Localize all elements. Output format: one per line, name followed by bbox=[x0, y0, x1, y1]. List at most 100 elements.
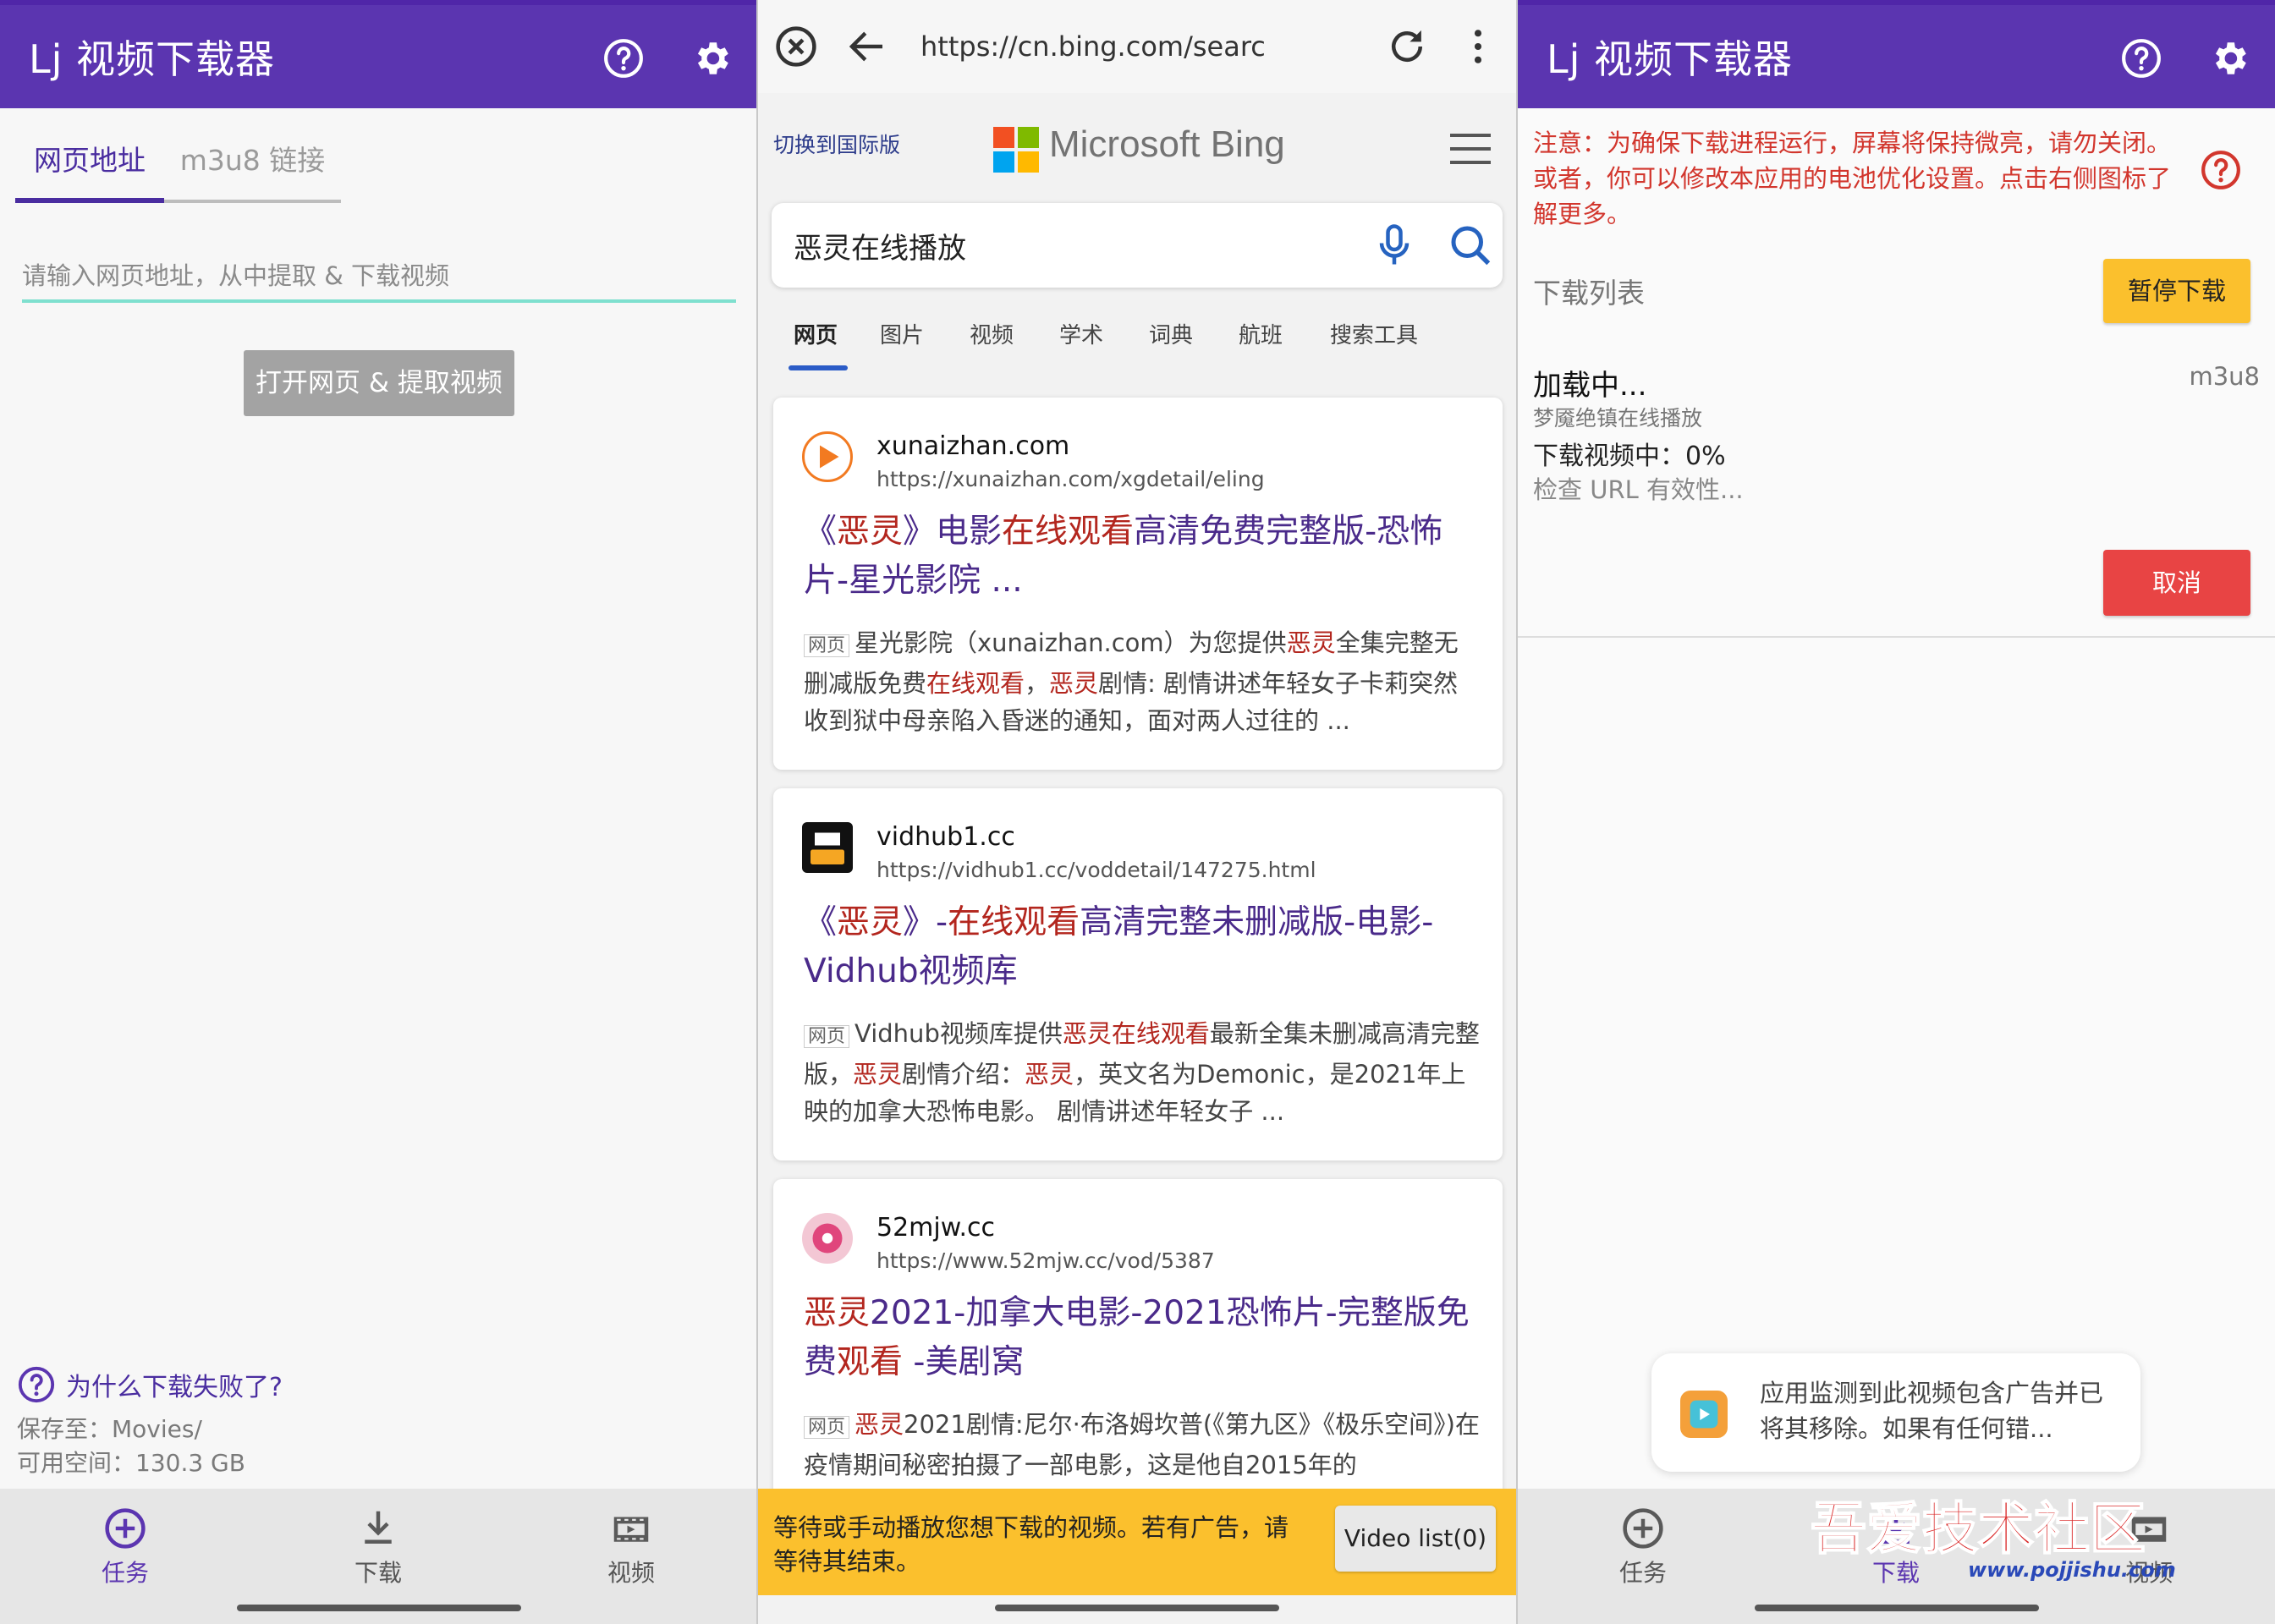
bing-brand: Microsoft Bing bbox=[1049, 123, 1285, 165]
home-indicator[interactable] bbox=[1755, 1605, 2039, 1611]
site-favicon-icon bbox=[802, 431, 853, 482]
tab-search-tools[interactable]: 搜索工具 bbox=[1330, 318, 1418, 349]
active-tab-indicator bbox=[789, 365, 848, 370]
result-url[interactable]: https://www.52mjw.cc/vod/5387 bbox=[876, 1248, 1215, 1273]
toast-message: 应用监测到此视频包含广告并已将其移除。如果有任何错... bbox=[1760, 1379, 2104, 1443]
result-tag: 网页 bbox=[804, 1025, 850, 1048]
bing-search-box[interactable]: 恶灵在线播放 bbox=[772, 203, 1503, 288]
battery-notice: 注意：为确保下载进程运行，屏幕将保持微亮，请勿关闭。 或者，你可以修改本应用的电… bbox=[1533, 129, 2172, 228]
browser-toolbar: https://cn.bing.com/search?q=%E6% bbox=[758, 0, 1518, 93]
cancel-download-button[interactable]: 取消 bbox=[2103, 550, 2250, 616]
hamburger-menu-icon[interactable] bbox=[1450, 134, 1491, 164]
nav-videos-label: 视频 bbox=[607, 1559, 655, 1587]
free-space: 可用空间：130.3 GB bbox=[17, 1449, 245, 1477]
extract-status-bar: 等待或手动播放您想下载的视频。若有广告，请等待其结束。 Video list(0… bbox=[758, 1489, 1518, 1595]
wait-message: 等待或手动播放您想下载的视频。若有广告，请等待其结束。 bbox=[773, 1513, 1289, 1576]
in-app-browser-screen: https://cn.bing.com/search?q=%E6% 切换到国际版… bbox=[758, 0, 1518, 1624]
result-site-name: 52mjw.cc bbox=[876, 1213, 996, 1243]
switch-international-link[interactable]: 切换到国际版 bbox=[773, 129, 900, 159]
nav-tasks[interactable]: 任务 bbox=[74, 1506, 176, 1599]
home-indicator[interactable] bbox=[995, 1605, 1279, 1611]
nav-videos[interactable]: 视频 bbox=[580, 1506, 682, 1599]
result-tag: 网页 bbox=[804, 1416, 850, 1439]
vidhub-favicon-icon bbox=[802, 822, 853, 873]
watermark-url: www.pojjishu.com bbox=[1968, 1558, 2176, 1582]
save-path: 保存至：Movies/ bbox=[17, 1415, 202, 1443]
help-icon[interactable] bbox=[602, 37, 645, 80]
add-circle-icon bbox=[1620, 1506, 1666, 1551]
close-circle-icon[interactable] bbox=[773, 24, 819, 69]
video-list-button[interactable]: Video list(0) bbox=[1335, 1506, 1496, 1572]
search-icon[interactable] bbox=[1445, 220, 1496, 271]
microsoft-logo-icon bbox=[993, 127, 1039, 173]
url-downloader-screen: Lj 视频下载器 网页地址 m3u8 链接 打开网页 & 提取视频 为什么下载失… bbox=[0, 0, 758, 1624]
app-title: Lj 视频下载器 bbox=[29, 36, 276, 82]
search-result-card[interactable]: xunaizhan.com https://xunaizhan.com/xgde… bbox=[773, 398, 1503, 770]
download-icon bbox=[355, 1506, 401, 1551]
download-source-title: 梦魇绝镇在线播放 bbox=[1533, 406, 1703, 431]
result-site-name: vidhub1.cc bbox=[876, 822, 1015, 852]
add-circle-icon bbox=[102, 1506, 148, 1551]
search-result-card[interactable]: vidhub1.cc https://vidhub1.cc/voddetail/… bbox=[773, 788, 1503, 1160]
pause-download-button[interactable]: 暂停下载 bbox=[2103, 259, 2250, 323]
result-title-link[interactable]: 恶灵2021-加拿大电影-2021恐怖片-完整版免费观看 -美剧窝 bbox=[804, 1289, 1481, 1387]
settings-gear-icon[interactable] bbox=[2208, 37, 2250, 80]
tab-images[interactable]: 图片 bbox=[880, 318, 924, 349]
home-indicator[interactable] bbox=[237, 1605, 521, 1611]
microphone-icon[interactable] bbox=[1369, 220, 1420, 271]
input-mode-tabs: 网页地址 m3u8 链接 bbox=[15, 127, 341, 205]
download-name: 加载中... bbox=[1533, 369, 1647, 403]
address-bar[interactable]: https://cn.bing.com/search?q=%E6% bbox=[920, 25, 1266, 68]
download-status: 检查 URL 有效性... bbox=[1533, 475, 1744, 504]
list-divider bbox=[1518, 636, 2275, 638]
why-failed-label: 为什么下载失败了? bbox=[66, 1373, 283, 1402]
nav-tasks-label: 任务 bbox=[101, 1559, 149, 1587]
nav-tasks[interactable]: 任务 bbox=[1592, 1506, 1694, 1599]
back-arrow-icon[interactable] bbox=[844, 24, 890, 69]
help-icon[interactable] bbox=[2120, 37, 2162, 80]
bottom-navigation: 任务 下载 视频 bbox=[0, 1489, 758, 1624]
app-bar: Lj 视频下载器 bbox=[0, 0, 758, 108]
result-url[interactable]: https://vidhub1.cc/voddetail/147275.html bbox=[876, 858, 1316, 882]
why-failed-link[interactable]: 为什么下载失败了? bbox=[17, 1365, 283, 1404]
tab-dictionary[interactable]: 词典 bbox=[1149, 318, 1193, 349]
result-snippet: 网页 Vidhub视频库提供恶灵在线观看最新全集未删减高清完整版，恶灵剧情介绍：恶… bbox=[804, 1019, 1480, 1126]
more-vert-icon[interactable] bbox=[1455, 24, 1501, 69]
web-url-input[interactable] bbox=[22, 252, 736, 303]
result-url[interactable]: https://xunaizhan.com/xgdetail/eling bbox=[876, 467, 1265, 491]
tab-academic[interactable]: 学术 bbox=[1059, 318, 1103, 349]
settings-gear-icon[interactable] bbox=[690, 37, 733, 80]
site-watermark: 吾爱技术社区 www.pojjishu.com bbox=[1810, 1495, 2176, 1582]
download-list-screen: Lj 视频下载器 注意：为确保下载进程运行，屏幕将保持微亮，请勿关闭。 或者，你… bbox=[1518, 0, 2275, 1624]
tab-flights[interactable]: 航班 bbox=[1239, 318, 1283, 349]
result-snippet: 网页 恶灵2021剧情:尼尔·布洛姆坎普(《第九区》《极乐空间》)在疫情期间秘密拍… bbox=[804, 1410, 1480, 1479]
tab-web[interactable]: 网页 bbox=[794, 318, 838, 349]
video-film-icon bbox=[608, 1506, 654, 1551]
tab-videos[interactable]: 视频 bbox=[970, 318, 1014, 349]
result-snippet: 网页 星光影院（xunaizhan.com）为您提供恶灵全集完整无删减版免费在线观… bbox=[804, 628, 1459, 735]
result-title-link[interactable]: 《恶灵》-在线观看高清完整未删减版-电影-Vidhub视频库 bbox=[804, 898, 1481, 996]
download-progress: 下载视频中：0% bbox=[1533, 442, 1726, 471]
result-site-name: xunaizhan.com bbox=[876, 431, 1070, 461]
result-tag: 网页 bbox=[804, 634, 850, 657]
search-query[interactable]: 恶灵在线播放 bbox=[794, 225, 966, 266]
nav-tasks-label: 任务 bbox=[1618, 1559, 1667, 1587]
nav-downloads[interactable]: 下载 bbox=[327, 1506, 429, 1599]
site-favicon-icon bbox=[802, 1213, 853, 1264]
download-list-heading: 下载列表 bbox=[1533, 277, 1645, 310]
ad-removed-toast: 应用监测到此视频包含广告并已将其移除。如果有任何错... bbox=[1651, 1353, 2140, 1472]
bing-header: 切换到国际版 Microsoft Bing bbox=[758, 93, 1518, 195]
tab-web-url[interactable]: 网页地址 bbox=[15, 127, 164, 201]
question-icon bbox=[17, 1365, 56, 1404]
open-and-extract-button[interactable]: 打开网页 & 提取视频 bbox=[244, 350, 514, 416]
result-title-link[interactable]: 《恶灵》电影在线观看高清免费完整版-恐怖片-星光影院 ... bbox=[804, 508, 1481, 606]
app-title: Lj 视频下载器 bbox=[1547, 36, 1794, 82]
notice-help-icon[interactable] bbox=[2200, 149, 2242, 191]
watermark-text: 吾爱技术社区 bbox=[1811, 1495, 2146, 1561]
tab-active-indicator bbox=[15, 198, 164, 203]
download-type: m3u8 bbox=[2189, 362, 2260, 391]
app-logo-icon bbox=[1680, 1391, 1728, 1438]
tab-m3u8-link[interactable]: m3u8 链接 bbox=[164, 127, 341, 201]
reload-icon[interactable] bbox=[1384, 24, 1430, 69]
nav-downloads-label: 下载 bbox=[354, 1559, 402, 1587]
